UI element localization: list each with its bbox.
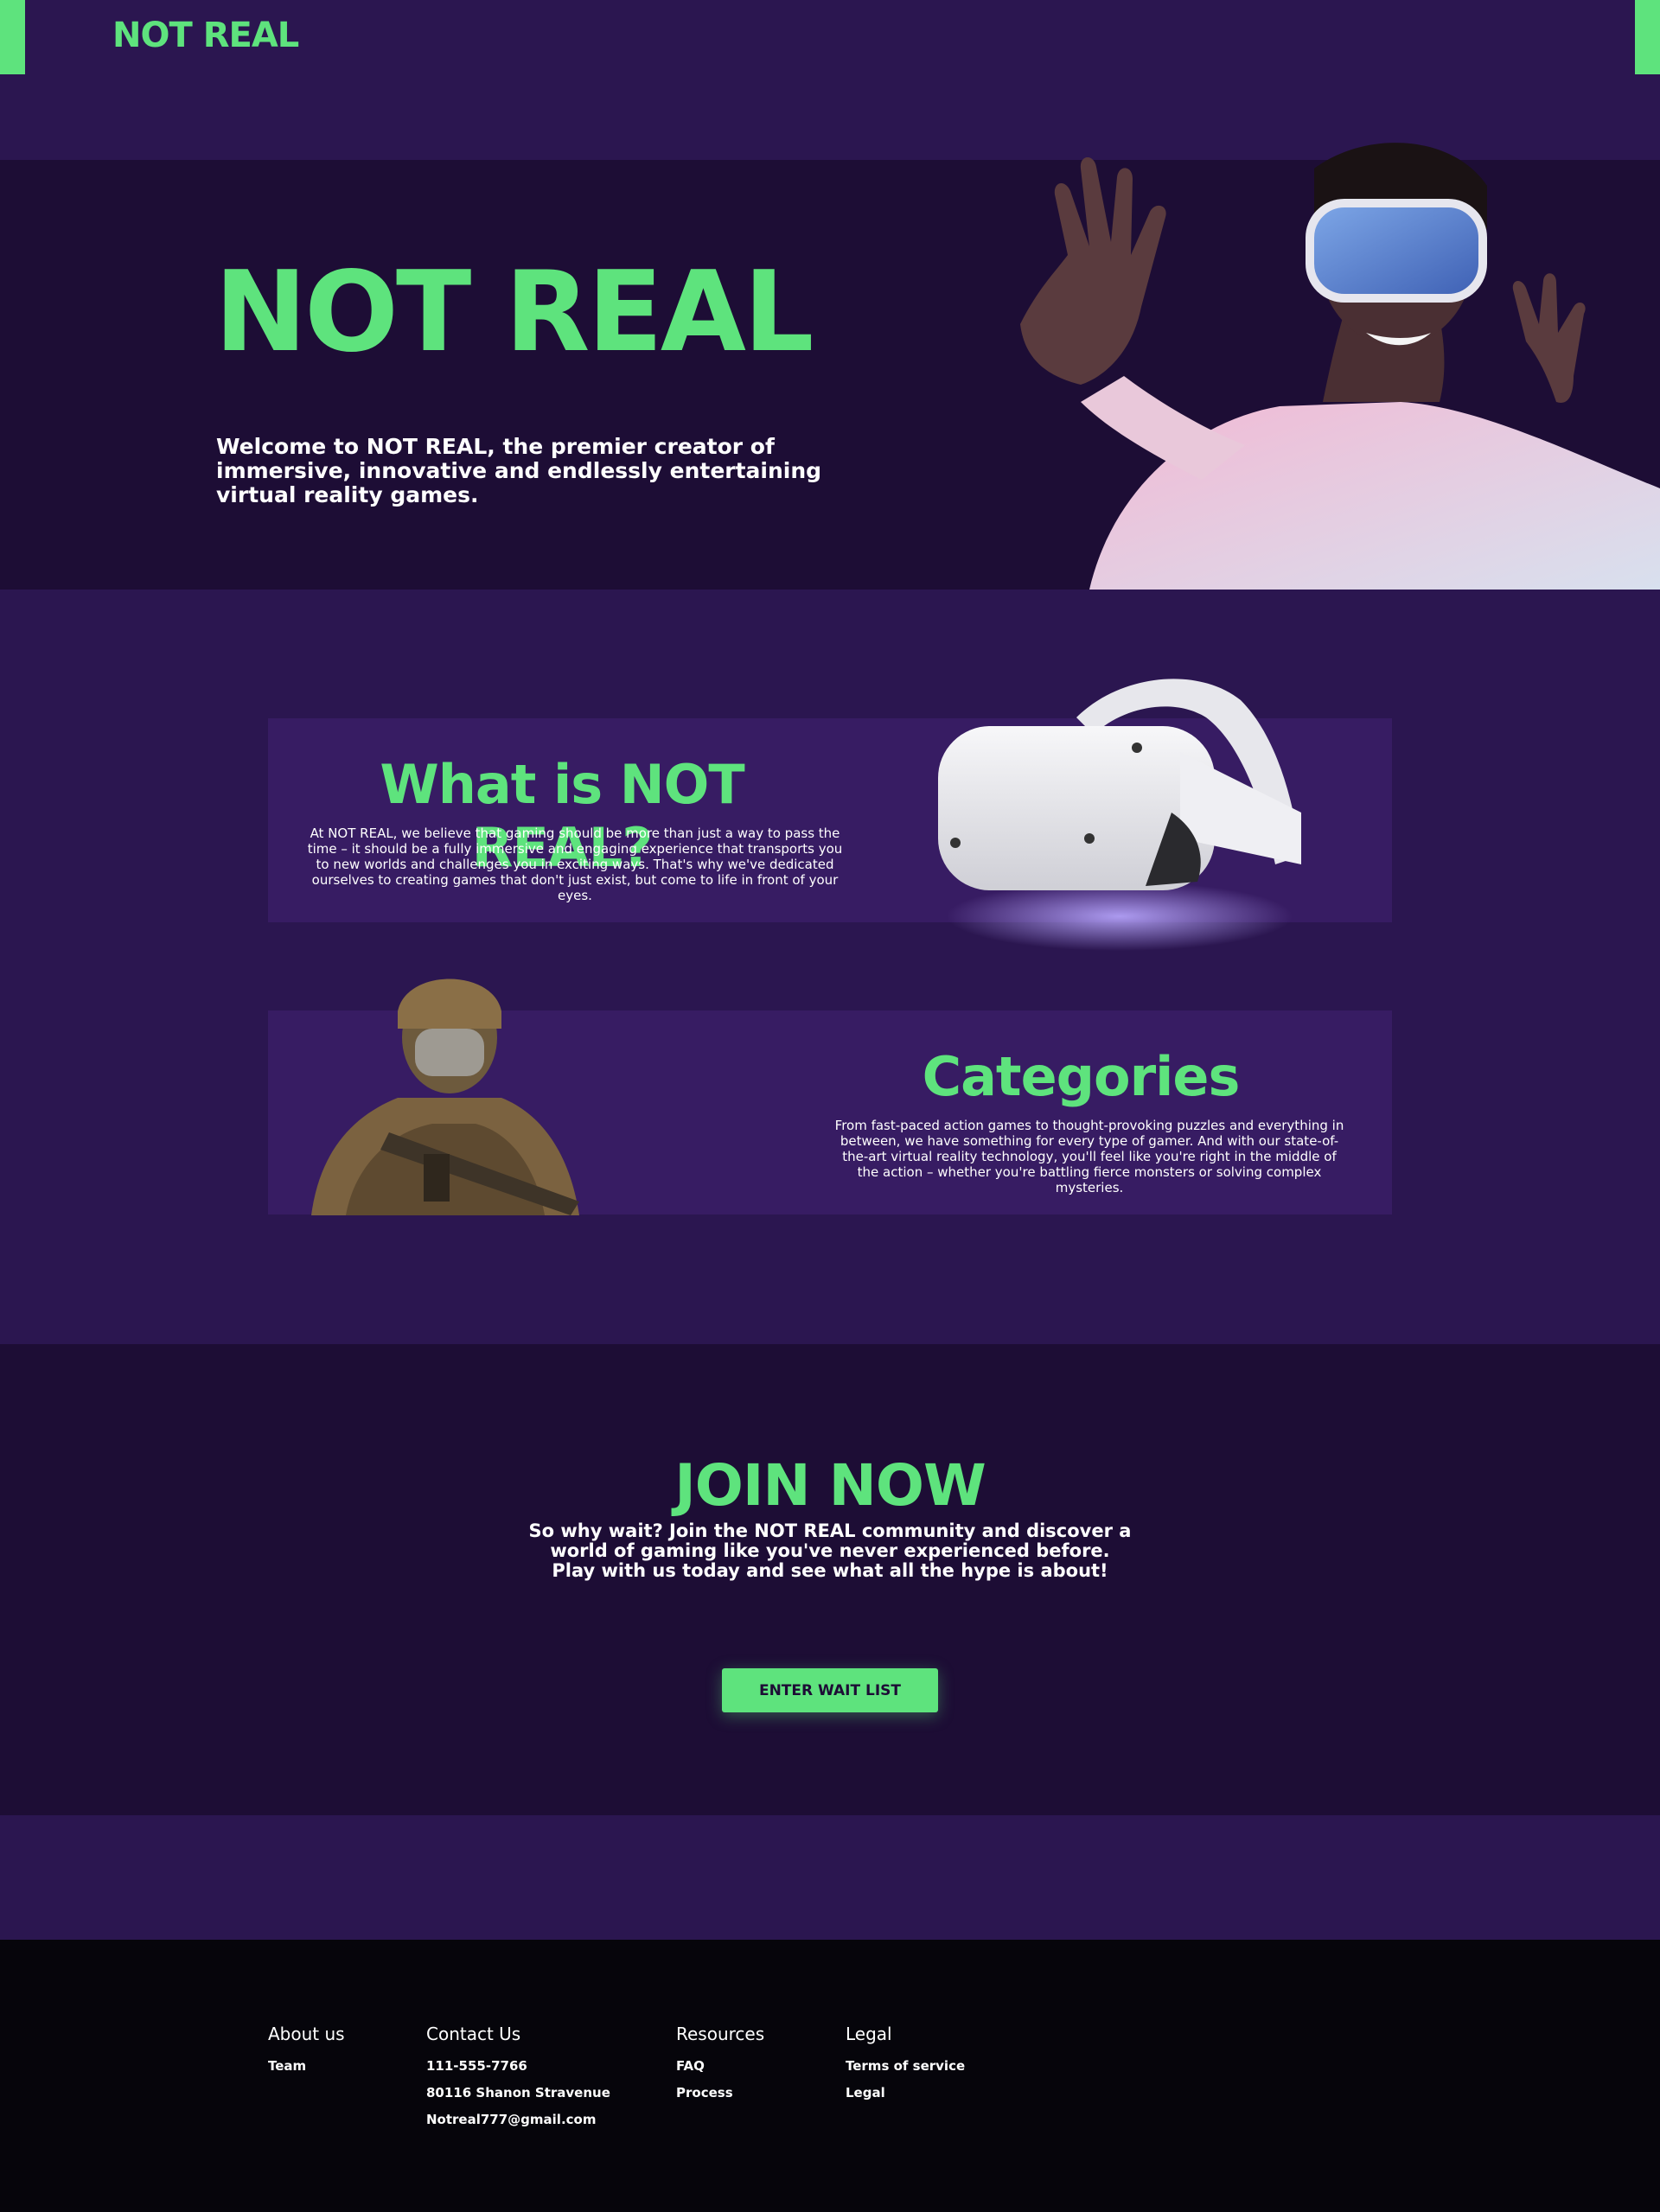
footer-resources-column: Resources FAQ Process [676,2024,764,2107]
footer-legal-heading: Legal [846,2024,892,2044]
what-is-text: At NOT REAL, we believe that gaming shou… [307,826,843,903]
join-title: JOIN NOW [674,1452,986,1519]
footer-email[interactable]: Notreal777@gmail.com [426,2107,610,2133]
hero-text: Welcome to NOT REAL, the premier creator… [216,434,822,507]
footer-contact-heading: Contact Us [426,2024,521,2044]
site-footer: About us Team Contact Us 111-555-7766 80… [0,1940,1660,2212]
footer-link-terms[interactable]: Terms of service [846,2053,965,2080]
right-accent-bar [1635,0,1660,74]
hero-title: NOT REAL [214,248,814,377]
footer-legal-column: Legal Terms of service Legal [846,2024,965,2107]
footer-contact-column: Contact Us 111-555-7766 80116 Shanon Str… [426,2024,610,2133]
footer-about-column: About us Team [268,2024,345,2080]
enter-wait-list-button[interactable]: ENTER WAIT LIST [722,1668,938,1712]
hero-section: NOT REAL Welcome to NOT REAL, the premie… [0,143,1660,590]
footer-phone[interactable]: 111-555-7766 [426,2053,610,2080]
categories-title: Categories [922,1045,1241,1108]
footer-link-team[interactable]: Team [268,2053,345,2080]
footer-link-process[interactable]: Process [676,2080,764,2107]
soldier-image [311,979,579,1215]
footer-about-heading: About us [268,2024,345,2044]
footer-resources-heading: Resources [676,2024,765,2044]
left-accent-bar [0,0,25,74]
categories-text: From fast-paced action games to thought-… [834,1118,1344,1195]
vr-headset-image [938,679,1301,951]
join-section: JOIN NOW So why wait? Join the NOT REAL … [0,1344,1660,1815]
join-text: So why wait? Join the NOT REAL community… [528,1520,1132,1581]
footer-link-legal[interactable]: Legal [846,2080,965,2107]
footer-link-faq[interactable]: FAQ [676,2053,764,2080]
site-logo[interactable]: NOT REAL [112,16,299,55]
footer-address: 80116 Shanon Stravenue [426,2085,610,2100]
vr-person-image [1020,143,1660,590]
